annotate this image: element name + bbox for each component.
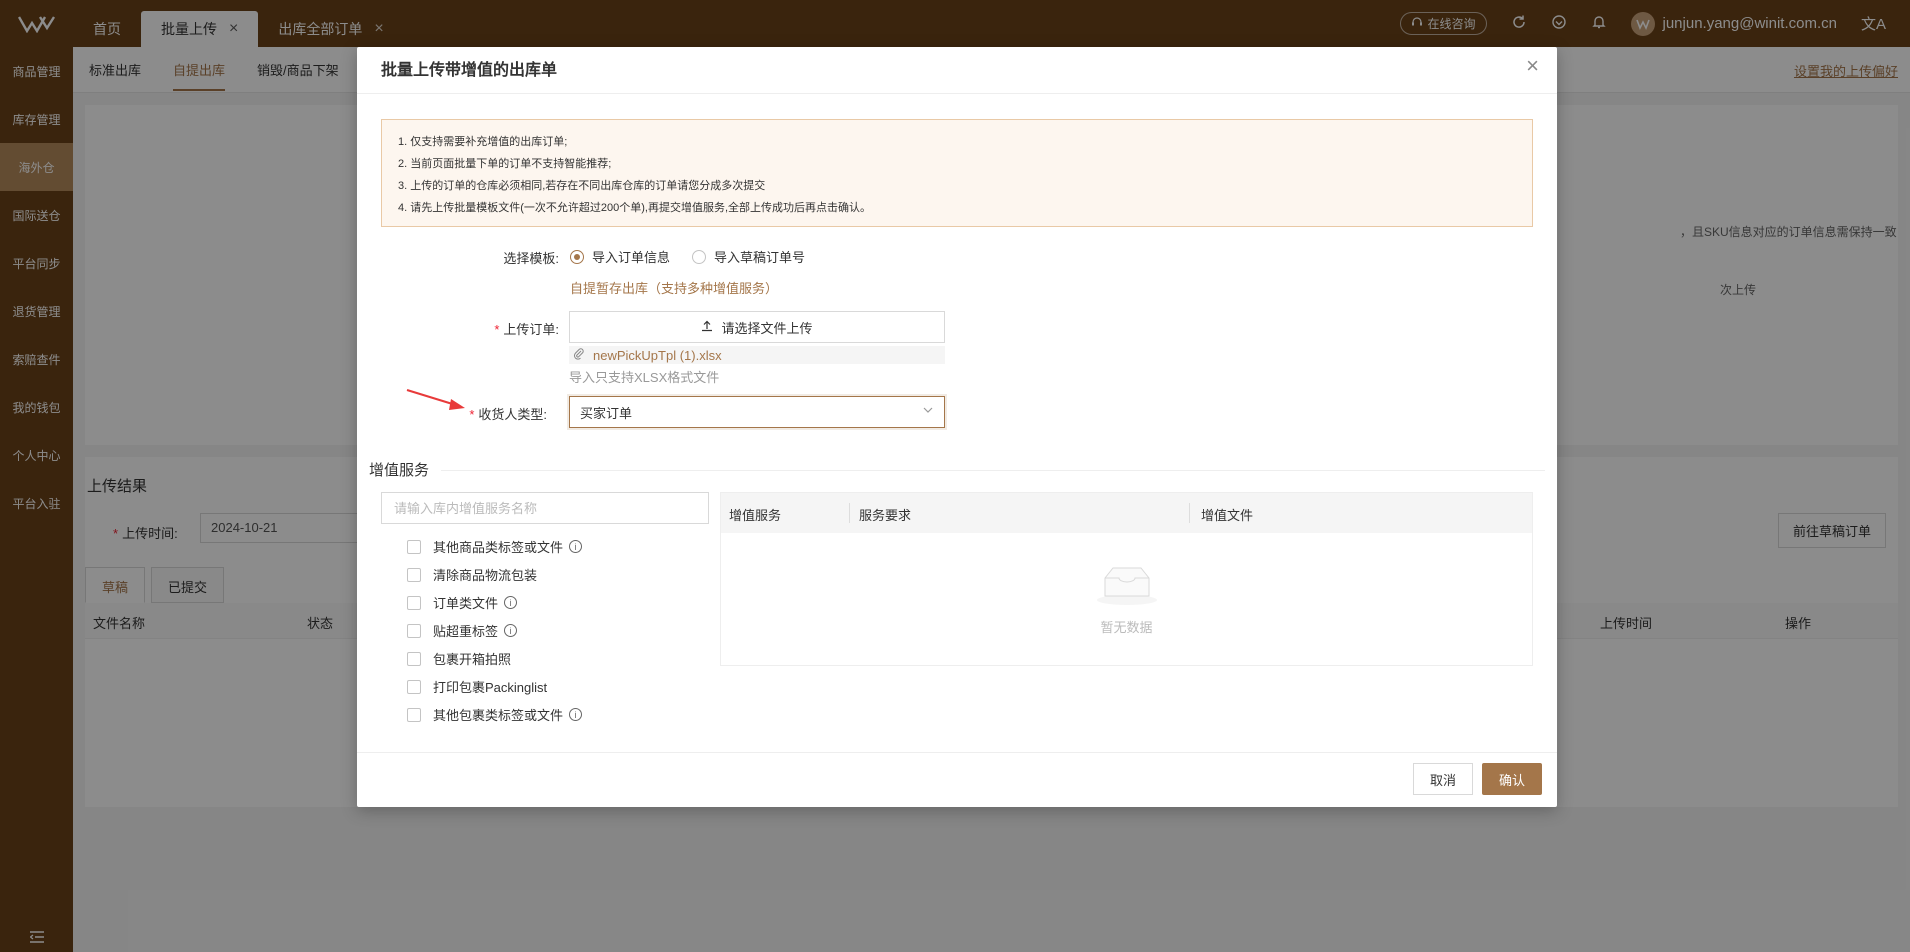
label-text: 上传订单:	[503, 322, 559, 337]
checkbox-icon	[407, 651, 421, 666]
divider	[357, 93, 1557, 94]
value-added-services-table: 增值服务 服务要求 增值文件 暂无数据	[720, 492, 1533, 666]
col-file: 增值文件	[1201, 508, 1254, 523]
batch-upload-modal: 批量上传带增值的出库单 × 1. 仅支持需要补充增值的出库订单; 2. 当前页面…	[357, 47, 1557, 807]
empty-box-icon	[1095, 564, 1159, 609]
info-icon[interactable]: i	[504, 624, 518, 637]
template-label: 选择模板:	[503, 251, 559, 266]
divider	[357, 752, 1557, 753]
notice-line: 4. 请先上传批量模板文件(一次不允许超过200个单),再提交增值服务,全部上传…	[398, 202, 872, 214]
info-icon[interactable]: i	[569, 540, 583, 553]
checkbox-icon	[407, 567, 421, 582]
checkbox-label: 订单类文件	[433, 596, 499, 611]
info-icon[interactable]: i	[569, 708, 583, 721]
checkbox-label: 其他包裹类标签或文件	[433, 708, 564, 723]
table-header: 增值服务 服务要求 增值文件	[721, 493, 1532, 533]
checkbox-icon	[407, 707, 421, 722]
radio-checked-icon	[570, 249, 584, 264]
template-link[interactable]: 自提暂存出库（支持多种增值服务）	[570, 278, 778, 297]
col-service: 增值服务	[729, 508, 782, 523]
file-format-hint: 导入只支持XLSX格式文件	[569, 370, 720, 385]
checkbox-label: 包裹开箱拍照	[433, 652, 512, 667]
checkbox-icon	[407, 679, 421, 694]
notice-box: 1. 仅支持需要补充增值的出库订单; 2. 当前页面批量下单的订单不支持智能推荐…	[381, 119, 1533, 227]
service-search-input[interactable]	[381, 492, 709, 524]
radio-unchecked-icon	[692, 249, 706, 264]
service-checkbox-order-documents[interactable]: 订单类文件 i	[407, 593, 518, 612]
confirm-button[interactable]: 确认	[1482, 763, 1542, 795]
empty-text: 暂无数据	[1100, 620, 1153, 635]
checkbox-icon	[407, 539, 421, 554]
info-icon[interactable]: i	[504, 596, 518, 609]
divider	[1189, 503, 1190, 523]
cancel-button[interactable]: 取消	[1413, 763, 1473, 795]
notice-line: 3. 上传的订单的仓库必须相同,若存在不同出库仓库的订单请您分成多次提交	[398, 180, 766, 192]
radio-label: 导入订单信息	[592, 250, 671, 265]
col-requirement: 服务要求	[859, 508, 912, 523]
notice-line: 2. 当前页面批量下单的订单不支持智能推荐;	[398, 158, 612, 170]
service-checkbox-other-product-labels[interactable]: 其他商品类标签或文件 i	[407, 537, 583, 556]
service-checkbox-print-packinglist[interactable]: 打印包裹Packinglist	[407, 677, 547, 696]
checkbox-icon	[407, 595, 421, 610]
divider	[849, 503, 850, 523]
value-added-services-title: 增值服务	[369, 462, 430, 479]
radio-import-order-info[interactable]: 导入订单信息	[570, 247, 670, 266]
receiver-type-label: * 收货人类型:	[469, 407, 547, 422]
label-text: 收货人类型:	[478, 407, 547, 422]
checkbox-label: 打印包裹Packinglist	[433, 680, 548, 695]
service-checkbox-overweight-label[interactable]: 贴超重标签 i	[407, 621, 518, 640]
chevron-down-icon	[922, 404, 934, 419]
checkbox-label: 贴超重标签	[433, 624, 499, 639]
upload-order-label: * 上传订单:	[494, 322, 559, 337]
service-checkbox-other-package-labels[interactable]: 其他包裹类标签或文件 i	[407, 705, 583, 724]
modal-title: 批量上传带增值的出库单	[381, 62, 558, 79]
notice-line: 1. 仅支持需要补充增值的出库订单;	[398, 136, 568, 148]
close-icon[interactable]: ×	[1526, 53, 1539, 79]
file-upload-button[interactable]: 请选择文件上传	[569, 311, 945, 343]
receiver-type-select[interactable]: 买家订单	[569, 396, 945, 428]
select-value: 买家订单	[580, 405, 633, 421]
service-checkbox-unbox-photo[interactable]: 包裹开箱拍照	[407, 649, 511, 668]
checkbox-label: 其他商品类标签或文件	[433, 540, 564, 555]
upload-button-label: 请选择文件上传	[721, 320, 813, 336]
checkbox-label: 清除商品物流包装	[433, 568, 538, 583]
divider	[441, 470, 1545, 471]
service-checkbox-remove-packaging[interactable]: 清除商品物流包装	[407, 565, 537, 584]
paperclip-icon	[573, 347, 585, 363]
file-name[interactable]: newPickUpTpl (1).xlsx	[593, 348, 722, 363]
radio-import-draft-order-no[interactable]: 导入草稿订单号	[692, 247, 805, 266]
upload-icon	[701, 320, 713, 335]
radio-label: 导入草稿订单号	[714, 250, 806, 265]
empty-state: 暂无数据	[721, 533, 1532, 667]
uploaded-file-item[interactable]: newPickUpTpl (1).xlsx	[569, 346, 945, 364]
checkbox-icon	[407, 623, 421, 638]
